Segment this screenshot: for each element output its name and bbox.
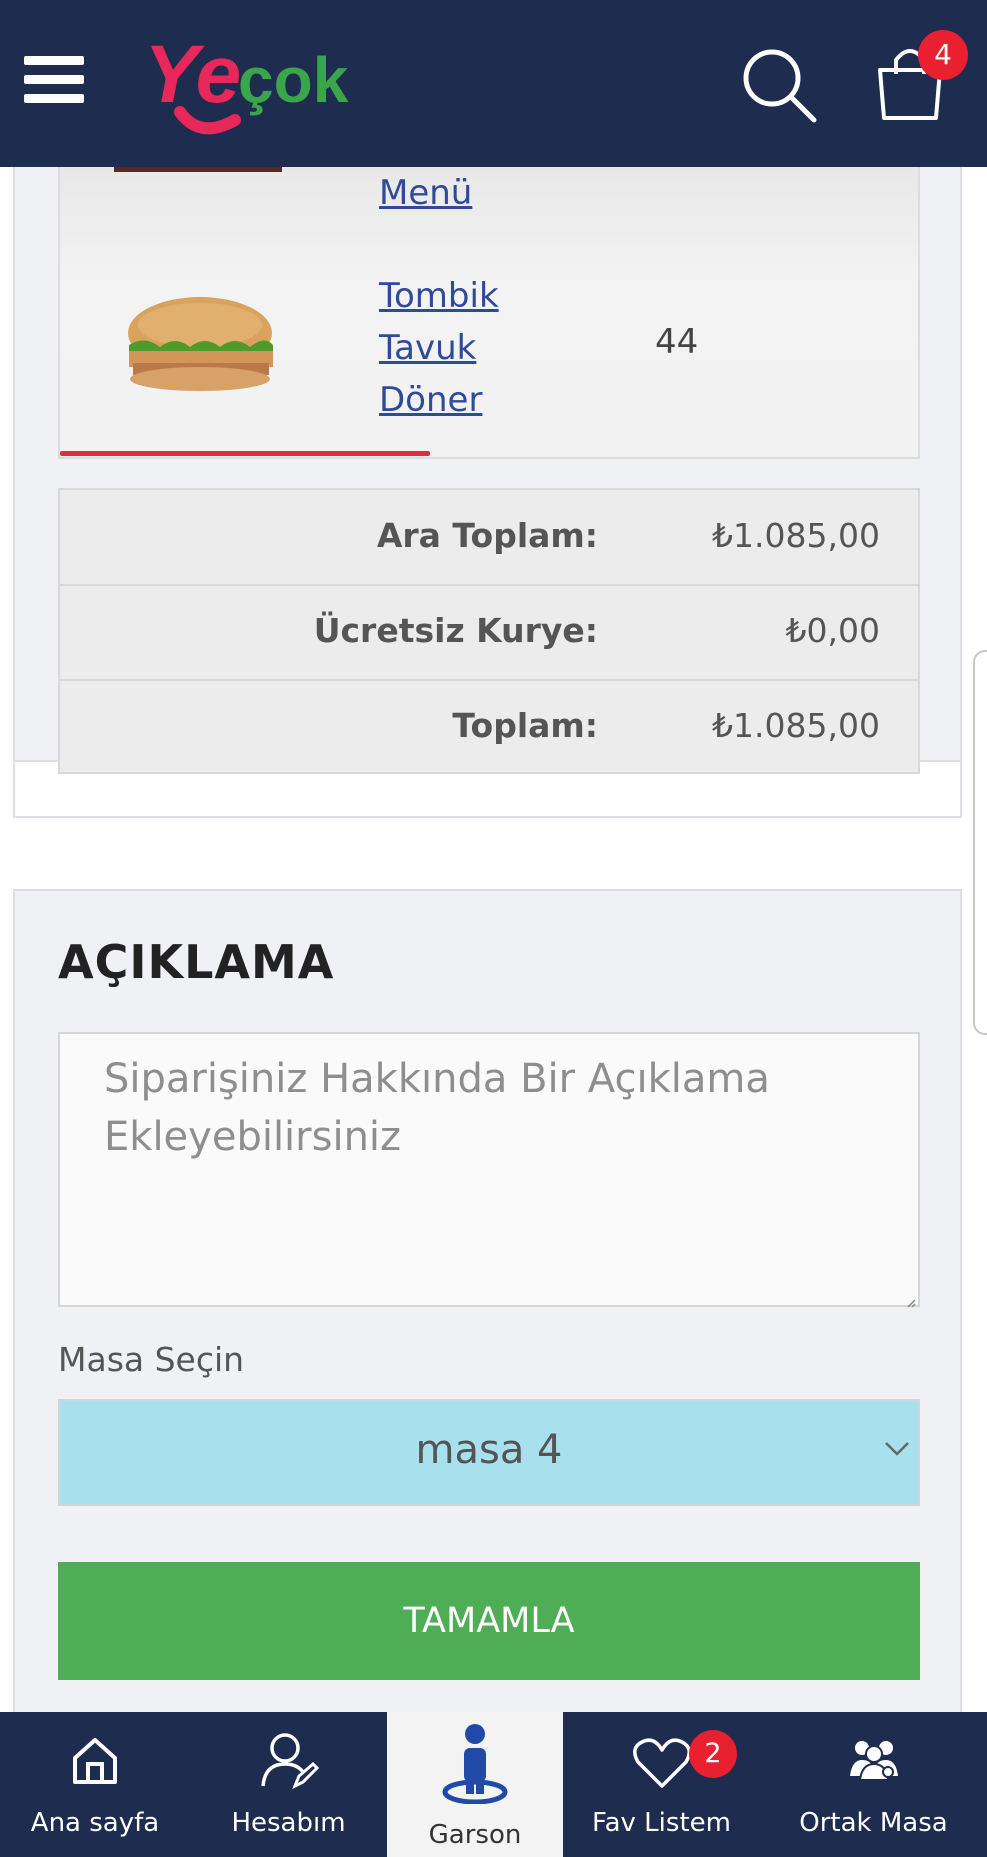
resize-grip-icon[interactable] bbox=[906, 1293, 916, 1308]
table-select-value[interactable]: masa 4 bbox=[60, 1427, 918, 1473]
group-icon bbox=[846, 1736, 902, 1786]
nav-item-waiter[interactable]: Garson bbox=[387, 1712, 563, 1857]
nav-item-home[interactable]: Ana sayfa bbox=[0, 1712, 190, 1857]
nav-item-shared-table[interactable]: Ortak Masa bbox=[760, 1712, 987, 1857]
nav-label-waiter: Garson bbox=[428, 1820, 522, 1850]
nav-label-favorites: Fav Listem bbox=[592, 1808, 731, 1838]
user-edit-icon bbox=[259, 1730, 319, 1794]
complete-order-button[interactable]: TAMAMLA bbox=[58, 1562, 920, 1680]
nav-item-favorites[interactable]: Fav Listem bbox=[563, 1712, 760, 1857]
description-title: AÇIKLAMA bbox=[58, 935, 335, 989]
nav-label-account: Hesabım bbox=[231, 1808, 346, 1838]
svg-text:çok: çok bbox=[238, 44, 349, 116]
waiter-icon bbox=[440, 1720, 510, 1808]
top-header: Ye çok 4 bbox=[0, 0, 987, 167]
search-icon[interactable] bbox=[740, 46, 820, 126]
home-icon bbox=[69, 1734, 121, 1790]
brand-logo[interactable]: Ye çok bbox=[140, 22, 370, 142]
nav-label-home: Ana sayfa bbox=[30, 1808, 160, 1838]
hamburger-menu-icon[interactable] bbox=[24, 56, 84, 108]
heart-icon bbox=[632, 1738, 692, 1794]
bottom-navigation: Ana sayfa Hesabım Garson Fav Listem Orta… bbox=[0, 1712, 987, 1857]
favorites-count-badge: 2 bbox=[689, 1730, 737, 1778]
table-select-label: Masa Seçin bbox=[58, 1340, 245, 1379]
cart-count-badge: 4 bbox=[918, 30, 968, 80]
nav-item-account[interactable]: Hesabım bbox=[190, 1712, 387, 1857]
table-select-dropdown[interactable]: masa 4 bbox=[58, 1399, 920, 1506]
svg-text:Ye: Ye bbox=[144, 29, 241, 120]
chevron-down-icon[interactable] bbox=[883, 1440, 911, 1458]
description-placeholder[interactable]: Siparişiniz Hakkında Bir Açıklama Ekleye… bbox=[104, 1050, 864, 1166]
page-scrollbar[interactable] bbox=[973, 650, 987, 1035]
nav-label-shared-table: Ortak Masa bbox=[799, 1808, 948, 1838]
